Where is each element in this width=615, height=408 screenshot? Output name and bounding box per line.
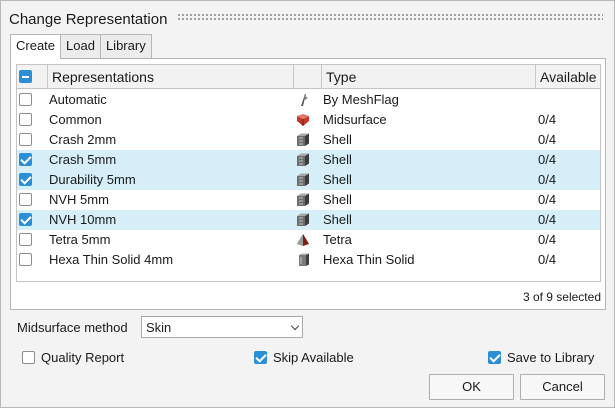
skip-available-checkbox[interactable] <box>254 350 267 364</box>
representations-table: Representations Type Available Automatic… <box>16 64 601 282</box>
save-to-library-label: Save to Library <box>507 349 595 365</box>
row-checkbox[interactable] <box>19 113 32 126</box>
table-row[interactable]: Automatic By MeshFlag <box>17 90 600 110</box>
table-row[interactable]: Crash 2mm Shell 0/4 <box>17 130 600 150</box>
row-checkbox[interactable] <box>19 133 32 146</box>
table-row[interactable]: Durability 5mm Shell 0/4 <box>17 170 600 190</box>
quality-report-label: Quality Report <box>41 349 125 365</box>
representation-name: Durability 5mm <box>49 172 136 187</box>
table-row[interactable]: NVH 5mm Shell 0/4 <box>17 190 600 210</box>
quality-report-checkbox[interactable] <box>22 350 35 364</box>
representation-available: 0/4 <box>538 172 557 187</box>
column-header-available[interactable]: Available <box>535 65 600 89</box>
representation-name: Crash 5mm <box>49 152 117 167</box>
midsurface-method-select[interactable]: Skin <box>141 316 303 338</box>
representation-name: Common <box>49 112 102 127</box>
tetra-icon <box>296 233 310 247</box>
representation-type: Shell <box>323 192 352 207</box>
row-checkbox[interactable] <box>19 173 32 186</box>
tab-bar: Create Load Library <box>10 34 152 59</box>
representation-name: Crash 2mm <box>49 132 117 147</box>
midsurface-method-value: Skin <box>146 320 172 335</box>
skip-available-option[interactable]: Skip Available <box>254 349 354 365</box>
table-footer: 3 of 9 selected <box>16 288 601 306</box>
representation-type: Midsurface <box>323 112 387 127</box>
representation-available: 0/4 <box>538 252 557 267</box>
table-row[interactable]: Common Midsurface 0/4 <box>17 110 600 130</box>
row-checkbox[interactable] <box>19 233 32 246</box>
create-tab-panel: Representations Type Available Automatic… <box>10 58 606 310</box>
column-header-type[interactable]: Type <box>321 65 535 89</box>
cancel-button[interactable]: Cancel <box>520 374 605 400</box>
representation-available: 0/4 <box>538 212 557 227</box>
representation-type: Shell <box>323 172 352 187</box>
representation-type: Shell <box>323 212 352 227</box>
row-checkbox[interactable] <box>19 213 32 226</box>
title-bar[interactable]: Change Representation <box>1 1 614 33</box>
chevron-down-icon[interactable] <box>288 317 302 337</box>
quality-report-option[interactable]: Quality Report <box>22 349 124 365</box>
midsurface-method-label: Midsurface method <box>17 320 128 335</box>
table-row[interactable]: Crash 5mm Shell 0/4 <box>17 150 600 170</box>
representation-name: Tetra 5mm <box>49 232 111 247</box>
row-checkbox[interactable] <box>19 193 32 206</box>
representation-name: Hexa Thin Solid 4mm <box>49 252 174 267</box>
representation-name: NVH 5mm <box>49 192 109 207</box>
representation-type: Shell <box>323 152 352 167</box>
representation-available: 0/4 <box>538 152 557 167</box>
hexa-thin-solid-icon <box>296 253 310 267</box>
tab-load[interactable]: Load <box>60 34 101 58</box>
representation-name: NVH 10mm <box>49 212 117 227</box>
ok-button[interactable]: OK <box>429 374 514 400</box>
save-to-library-option[interactable]: Save to Library <box>488 349 594 365</box>
selection-count: 3 of 9 selected <box>522 290 601 304</box>
drag-grip-handle[interactable] <box>177 13 603 21</box>
column-header-representations[interactable]: Representations <box>47 65 293 89</box>
table-body: Automatic By MeshFlag Common Midsurface 0/4 C… <box>17 90 600 270</box>
representation-available: 0/4 <box>538 232 557 247</box>
row-checkbox[interactable] <box>19 93 32 106</box>
representation-type: Tetra <box>323 232 352 247</box>
representation-available: 0/4 <box>538 192 557 207</box>
midsurface-icon <box>296 113 310 127</box>
row-checkbox[interactable] <box>19 253 32 266</box>
change-representation-dialog: Change Representation Create Load Librar… <box>0 0 615 408</box>
tab-library[interactable]: Library <box>99 34 152 58</box>
shell-icon <box>296 133 310 147</box>
skip-available-label: Skip Available <box>273 349 354 365</box>
table-row[interactable]: Tetra 5mm Tetra 0/4 <box>17 230 600 250</box>
representation-type: Hexa Thin Solid <box>323 252 415 267</box>
shell-icon <box>296 153 310 167</box>
representation-type: By MeshFlag <box>323 92 399 107</box>
table-row[interactable]: Hexa Thin Solid 4mm Hexa Thin Solid 0/4 <box>17 250 600 270</box>
representation-name: Automatic <box>49 92 107 107</box>
shell-icon <box>296 193 310 207</box>
representation-available: 0/4 <box>538 112 557 127</box>
shell-icon <box>296 213 310 227</box>
table-header: Representations Type Available <box>17 65 600 89</box>
save-to-library-checkbox[interactable] <box>488 350 501 364</box>
select-all-checkbox[interactable] <box>19 70 32 83</box>
representation-type: Shell <box>323 132 352 147</box>
meshflag-icon <box>296 93 310 107</box>
tab-create[interactable]: Create <box>10 34 62 59</box>
column-header-icon[interactable] <box>293 65 321 89</box>
representation-available: 0/4 <box>538 132 557 147</box>
dialog-title: Change Representation <box>9 11 168 28</box>
row-checkbox[interactable] <box>19 153 32 166</box>
shell-icon <box>296 173 310 187</box>
header-select-cell <box>17 65 47 89</box>
table-row[interactable]: NVH 10mm Shell 0/4 <box>17 210 600 230</box>
